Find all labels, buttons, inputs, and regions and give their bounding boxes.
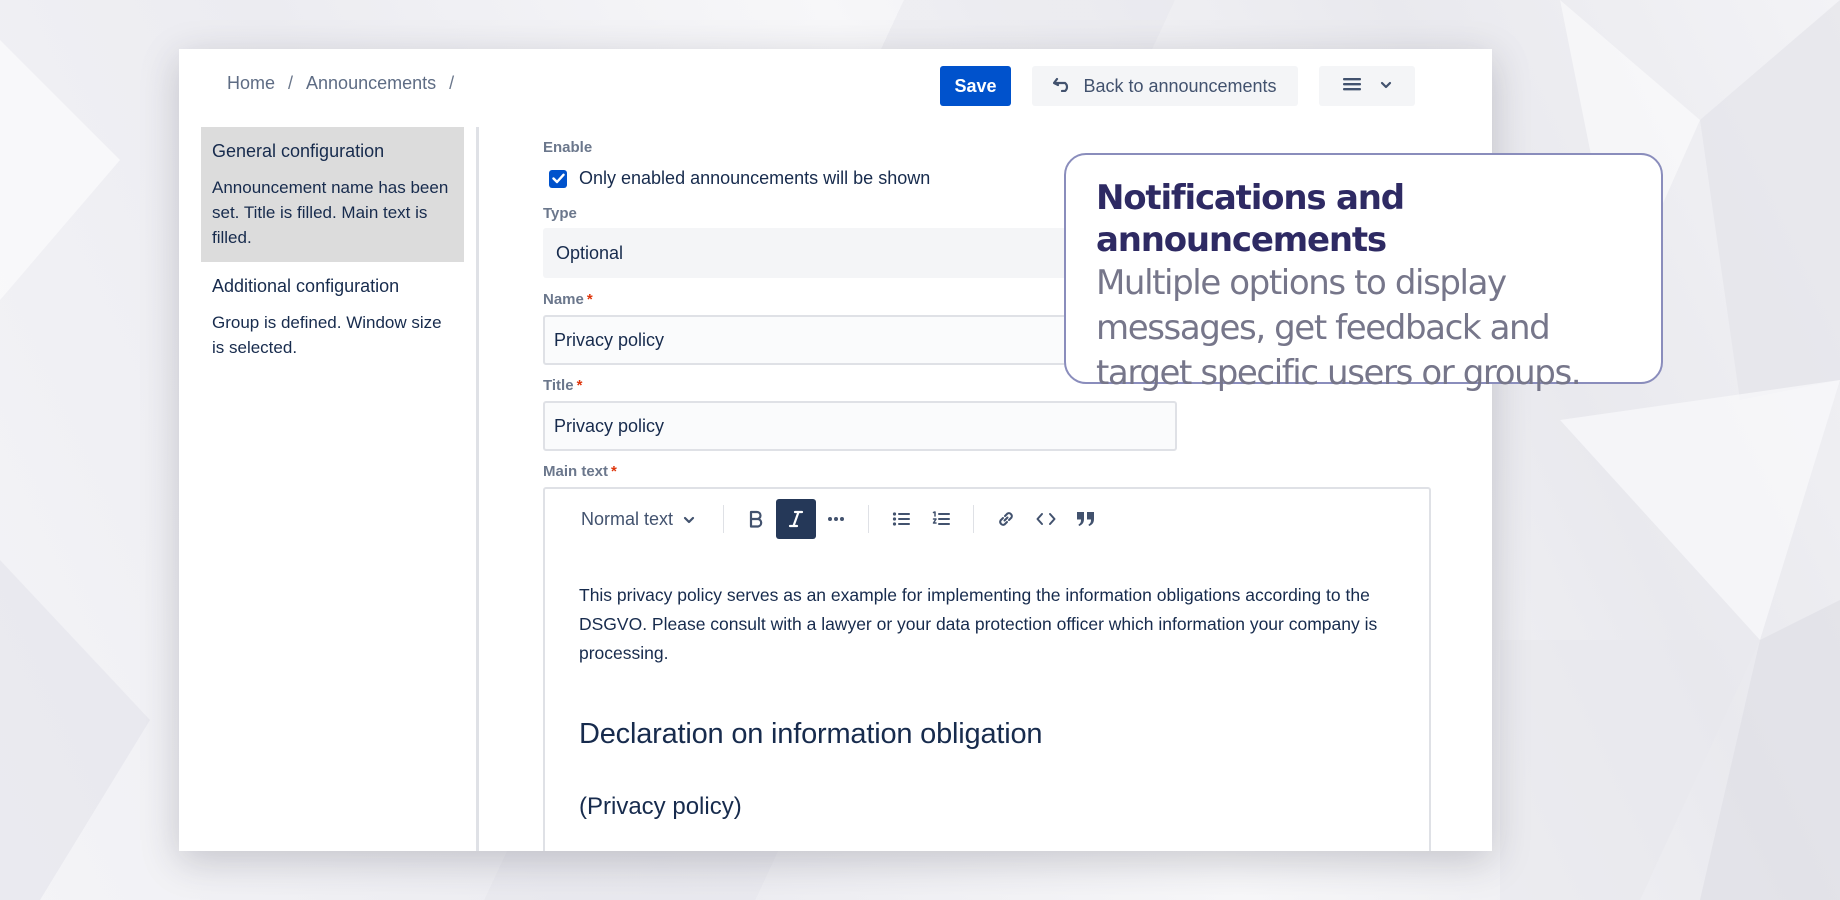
name-label-text: Name [543, 291, 584, 308]
main-text-editor[interactable]: Normal text This privacy policy serves a… [543, 487, 1431, 851]
enable-checkbox[interactable] [549, 169, 567, 188]
enable-checkbox-label: Only enabled announcements will be shown [579, 168, 931, 188]
bold-button[interactable] [736, 499, 776, 539]
breadcrumb-separator: / [288, 73, 294, 93]
breadcrumb-separator: / [449, 73, 455, 93]
italic-button[interactable] [776, 499, 816, 539]
name-label: Name * [543, 291, 593, 308]
editor-subheading: (Privacy policy) [579, 793, 742, 820]
code-button[interactable] [1026, 499, 1066, 539]
feature-callout: Notifications and announcements Multiple… [1064, 153, 1663, 393]
link-button[interactable] [986, 499, 1026, 539]
italic-icon [788, 510, 804, 528]
toolbar-separator [868, 505, 869, 533]
editor-toolbar: Normal text [545, 499, 1429, 539]
quote-button[interactable] [1066, 499, 1106, 539]
required-mark: * [611, 463, 617, 480]
nav-item-title: Additional configuration [212, 276, 400, 296]
type-label: Type [543, 205, 577, 222]
editor-heading: Declaration on information obligation [579, 718, 1043, 750]
chevron-down-icon [683, 509, 695, 530]
nav-item-description: Announcement name has been set. Title is… [212, 178, 449, 247]
numbered-list-icon [932, 511, 950, 525]
text-style-label: Normal text [581, 508, 674, 529]
toolbar-separator [723, 505, 724, 533]
breadcrumb: Home / Announcements / [227, 73, 467, 94]
bold-icon [749, 510, 763, 528]
configuration-nav: General configuration Announcement name … [201, 127, 464, 851]
nav-item-title: General configuration [212, 141, 385, 161]
enable-checkbox-row[interactable]: Only enabled announcements will be shown [549, 168, 930, 189]
quote-icon [1077, 512, 1094, 526]
bullet-list-button[interactable] [881, 499, 921, 539]
link-icon [999, 512, 1013, 526]
title-label-text: Title [543, 377, 574, 394]
breadcrumb-announcements-link[interactable]: Announcements [306, 73, 436, 94]
more-formatting-button[interactable] [816, 499, 856, 539]
breadcrumb-home-link[interactable]: Home [227, 73, 275, 94]
required-mark: * [576, 377, 583, 394]
nav-divider [476, 127, 479, 851]
bullet-list-icon [892, 512, 910, 526]
enable-label: Enable [543, 139, 593, 156]
title-label: Title * [543, 377, 582, 394]
editor-content[interactable]: This privacy policy serves as an example… [579, 581, 1399, 821]
toolbar-separator [973, 505, 974, 533]
title-input[interactable]: Privacy policy [543, 401, 1177, 451]
text-style-dropdown[interactable]: Normal text [581, 509, 711, 530]
checkmark-icon [551, 173, 565, 184]
more-icon [828, 517, 844, 521]
nav-item-general-configuration[interactable]: General configuration Announcement name … [201, 127, 464, 262]
editor-paragraph: This privacy policy serves as an example… [579, 585, 1378, 663]
main-text-label: Main text * [543, 463, 617, 480]
code-icon [1036, 513, 1056, 525]
callout-title: Notifications and announcements [1096, 178, 1405, 260]
required-mark: * [586, 291, 593, 308]
callout-body: Multiple options to display messages, ge… [1096, 263, 1582, 393]
nav-item-description: Group is defined. Window size is selecte… [212, 313, 442, 357]
main-text-label-text: Main text [543, 463, 609, 480]
nav-item-additional-configuration[interactable]: Additional configuration Group is define… [201, 262, 464, 372]
numbered-list-button[interactable] [921, 499, 961, 539]
